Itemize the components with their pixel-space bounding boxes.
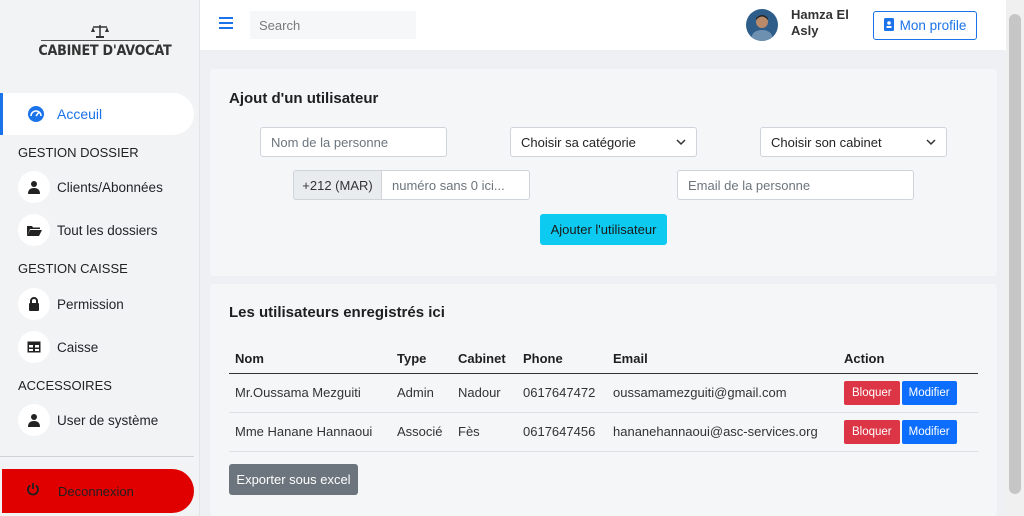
logo-divider (41, 40, 159, 41)
export-excel-button[interactable]: Exporter sous excel (229, 464, 358, 495)
add-user-card: Ajout d'un utilisateur Choisir sa catégo… (210, 69, 997, 276)
modify-button[interactable]: Modifier (901, 419, 957, 444)
power-icon (26, 482, 40, 501)
sidebar-item-label: Acceuil (57, 106, 103, 122)
cell-cabinet: Fès (452, 412, 517, 452)
cell-type: Admin (391, 373, 452, 413)
column-header-type: Type (391, 344, 452, 374)
sidebar-item-label: Clients/Abonnées (57, 179, 163, 195)
logout-button[interactable]: Deconnexion (2, 469, 194, 513)
user-icon (18, 404, 50, 436)
user-name: Hamza El Asly (791, 7, 849, 38)
dashboard-icon (25, 103, 47, 125)
sidebar-item-permission[interactable]: Permission (18, 288, 124, 320)
cell-cabinet: Nadour (452, 373, 517, 413)
sidebar-item-label: Permission (57, 296, 124, 312)
cell-phone: 0617647456 (517, 412, 607, 452)
column-header-email: Email (607, 344, 838, 374)
table-row: Mme Hanane Hannaoui Associé Fès 06176474… (229, 412, 978, 452)
user-icon (18, 171, 50, 203)
scrollbar[interactable] (1006, 0, 1024, 516)
cell-email: oussamamezguiti@gmail.com (607, 373, 838, 413)
sidebar-divider (0, 456, 194, 457)
search-input[interactable] (250, 11, 416, 39)
cell-action: Bloquer Modifier (838, 373, 978, 413)
topbar: Hamza El Asly Mon profile (200, 0, 1006, 50)
modify-button[interactable]: Modifier (901, 380, 957, 405)
add-user-button[interactable]: Ajouter l'utilisateur (540, 214, 667, 245)
cabinet-select[interactable]: Choisir son cabinet (760, 127, 947, 157)
table-row: Mr.Oussama Mezguiti Admin Nadour 0617647… (229, 373, 978, 413)
cell-action: Bloquer Modifier (838, 412, 978, 452)
section-title-gestion-caisse: GESTION CAISSE (18, 261, 128, 276)
lock-icon (18, 288, 50, 320)
sidebar-item-clients[interactable]: Clients/Abonnées (18, 171, 163, 203)
column-header-cabinet: Cabinet (452, 344, 517, 374)
section-title-gestion-dossier: GESTION DOSSIER (18, 145, 139, 160)
logo[interactable]: CABINET D'AVOCAT (30, 24, 172, 74)
cell-email: hananehannaoui@asc-services.org (607, 412, 838, 452)
column-header-nom: Nom (229, 344, 391, 374)
phone-input[interactable] (381, 170, 530, 200)
column-header-action: Action (838, 344, 978, 374)
phone-prefix: +212 (MAR) (293, 170, 382, 200)
cabinet-select-value: Choisir son cabinet (771, 134, 882, 150)
chevron-down-icon (926, 139, 936, 146)
column-header-phone: Phone (517, 344, 607, 374)
email-input[interactable] (677, 170, 914, 200)
users-table: Nom Type Cabinet Phone Email Action Mr.O… (229, 344, 978, 452)
cell-nom: Mme Hanane Hannaoui (229, 412, 391, 452)
folder-open-icon (18, 214, 50, 246)
sidebar-item-label: Tout les dossiers (57, 222, 158, 238)
users-card: Les utilisateurs enregistrés ici Nom Typ… (210, 284, 997, 516)
logo-text: CABINET D'AVOCAT (38, 43, 172, 59)
table-header-row: Nom Type Cabinet Phone Email Action (229, 344, 978, 374)
sidebar-item-caisse[interactable]: Caisse (18, 331, 98, 363)
sidebar-item-label: User de système (57, 412, 159, 428)
add-user-title: Ajout d'un utilisateur (229, 90, 379, 107)
logout-label: Deconnexion (58, 483, 134, 499)
profile-button-label: Mon profile (899, 18, 967, 33)
profile-button[interactable]: Mon profile (873, 11, 977, 40)
sidebar: CABINET D'AVOCAT Acceuil GESTION DOSSIER… (0, 0, 200, 516)
sidebar-item-user-systeme[interactable]: User de système (18, 404, 158, 436)
avatar[interactable] (746, 9, 778, 41)
scrollbar-thumb[interactable] (1009, 14, 1021, 494)
sidebar-item-label: Caisse (57, 339, 99, 355)
name-input[interactable] (260, 127, 447, 157)
cell-nom: Mr.Oussama Mezguiti (229, 373, 391, 413)
users-title: Les utilisateurs enregistrés ici (229, 304, 445, 321)
category-select[interactable]: Choisir sa catégorie (510, 127, 697, 157)
id-badge-icon (883, 17, 894, 34)
block-button[interactable]: Bloquer (844, 419, 900, 444)
block-button[interactable]: Bloquer (844, 380, 900, 405)
cell-type: Associé (391, 412, 452, 452)
sidebar-item-acceuil[interactable]: Acceuil (0, 93, 194, 135)
section-title-accessoires: ACCESSOIRES (18, 378, 112, 393)
cell-phone: 0617647472 (517, 373, 607, 413)
table-icon (18, 331, 50, 363)
sidebar-item-dossiers[interactable]: Tout les dossiers (18, 214, 158, 246)
hamburger-menu-icon[interactable] (219, 17, 233, 31)
scales-icon (91, 25, 109, 38)
category-select-value: Choisir sa catégorie (521, 134, 636, 150)
chevron-down-icon (676, 139, 686, 146)
